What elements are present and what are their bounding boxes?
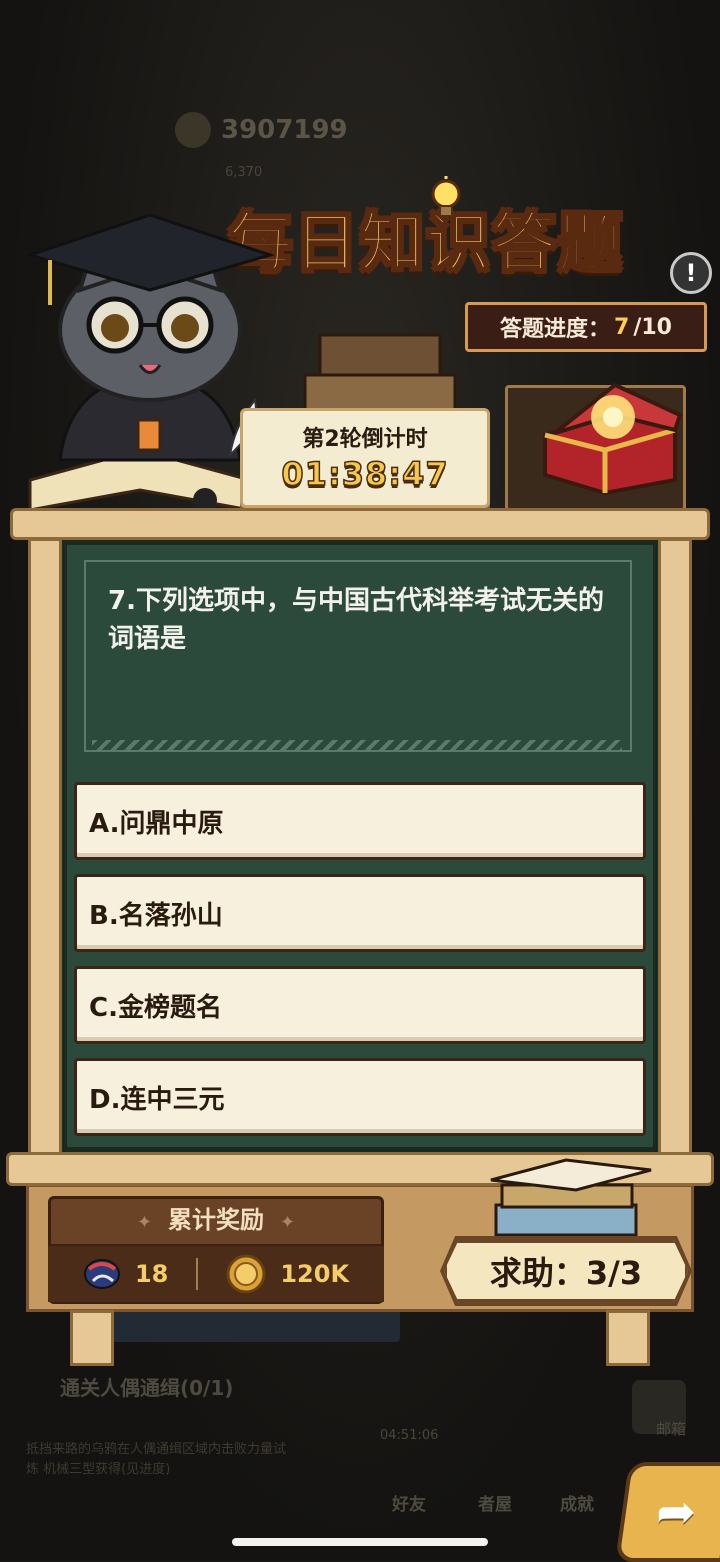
bg-score: 3907199 [175, 112, 348, 148]
bg-task-label: 通关人偶通缉(0/1) [60, 1376, 234, 1400]
countdown-time: 01:38:47 [281, 454, 449, 494]
post-right [658, 538, 692, 1168]
reward-row: 18 120K [48, 1244, 384, 1302]
home-indicator[interactable] [232, 1538, 488, 1546]
progress-box: 答题进度： 7 /10 [465, 302, 707, 352]
leg-left [70, 1310, 114, 1366]
board-hatch [92, 740, 622, 752]
sparkle-icon: ✦ [280, 1212, 296, 1233]
gem-icon [83, 1259, 120, 1289]
reward-divider [196, 1258, 199, 1290]
info-icon[interactable]: ! [670, 252, 712, 294]
bg-nav-house: 者屋 [478, 1495, 512, 1515]
post-left [28, 538, 62, 1168]
bg-mail-label: 邮箱 [655, 1420, 686, 1438]
reward-gem-count: 18 [134, 1260, 169, 1288]
bulb-icon [431, 176, 461, 217]
option-d[interactable]: D.连中三元 [74, 1058, 646, 1136]
bg-sub-value: 6,370 [225, 165, 263, 180]
reward-coin-count: 120K [280, 1260, 350, 1288]
bg-coin-icon [175, 112, 211, 148]
progress-total: /10 [633, 314, 672, 340]
progress-current: 7 [614, 314, 630, 340]
treasure-chest-icon[interactable] [525, 375, 695, 495]
coin-icon [226, 1254, 266, 1294]
reward-title: ✦ 累计奖励 ✦ [136, 1206, 296, 1234]
next-arrow-icon: ➦ [655, 1484, 697, 1540]
progress-label: 答题进度： [500, 317, 611, 342]
sparkle-icon: ✦ [136, 1212, 152, 1233]
bg-nav-achievements: 成就 [560, 1495, 594, 1515]
open-book-illustration [490, 1158, 652, 1237]
bg-task-timer: 04:51:06 [380, 1428, 439, 1443]
round-countdown: 第2轮倒计时 01:38:47 [240, 408, 490, 508]
option-a[interactable]: A.问鼎中原 [74, 782, 646, 860]
help-button[interactable]: 求助：3/3 [444, 1240, 688, 1302]
option-b[interactable]: B.名落孙山 [74, 874, 646, 952]
bg-task-desc: 抵挡来路的乌鸦在人偶通缉区域内击败力量试炼 机械三型获得(见进度) [26, 1442, 287, 1477]
countdown-label: 第2轮倒计时 [302, 427, 428, 452]
next-button[interactable]: ➦ [614, 1462, 720, 1562]
question-text: 7.下列选项中，与中国古代科举考试无关的词语是 [108, 586, 604, 654]
option-c[interactable]: C.金榜题名 [74, 966, 646, 1044]
shelf-top [10, 508, 710, 540]
bg-nav-friends: 好友 [392, 1495, 426, 1515]
leg-right [606, 1310, 650, 1366]
